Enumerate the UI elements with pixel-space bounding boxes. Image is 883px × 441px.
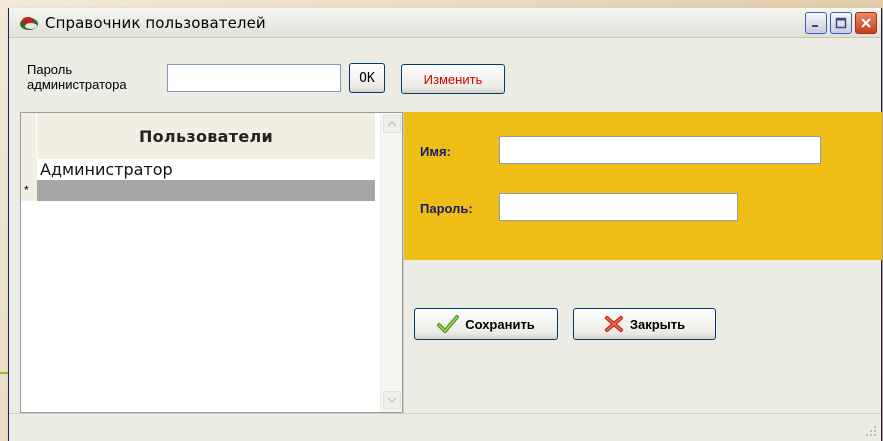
- close-window-button[interactable]: [855, 12, 877, 34]
- name-label: Имя:: [420, 144, 451, 159]
- app-icon: [20, 16, 38, 30]
- scroll-down-button[interactable]: [383, 391, 401, 409]
- title-bar[interactable]: Справочник пользователей: [9, 8, 881, 38]
- chevron-up-icon: [387, 120, 397, 127]
- red-x-icon: [604, 316, 623, 332]
- close-icon: [861, 18, 871, 28]
- save-button[interactable]: Сохранить: [414, 308, 558, 340]
- chevron-down-icon: [387, 397, 397, 404]
- window-title: Справочник пользователей: [45, 13, 266, 32]
- user-details-panel: Имя: Пароль: Сохранить Закрыть: [403, 112, 882, 413]
- grid-header-row: Пользователи: [21, 113, 375, 159]
- users-directory-window: Справочник пользователей Пароль админист…: [8, 8, 882, 441]
- column-header-users[interactable]: Пользователи: [37, 113, 375, 159]
- admin-password-input[interactable]: [167, 64, 341, 92]
- row-header[interactable]: [21, 159, 37, 180]
- close-button-label: Закрыть: [629, 316, 686, 332]
- resize-grip-icon[interactable]: [865, 425, 877, 437]
- user-name-cell[interactable]: [37, 180, 375, 201]
- minimize-icon: [812, 25, 818, 27]
- maximize-icon: [835, 17, 847, 29]
- save-button-label: Сохранить: [465, 316, 535, 332]
- caption-buttons: [805, 12, 877, 34]
- change-button[interactable]: Изменить: [401, 64, 505, 94]
- name-input[interactable]: [499, 136, 821, 164]
- row-header-corner: [21, 113, 37, 159]
- ok-button[interactable]: OK: [349, 63, 385, 93]
- table-row-new[interactable]: *: [21, 180, 375, 201]
- password-label: Пароль:: [420, 201, 473, 216]
- password-input[interactable]: [499, 193, 738, 221]
- vertical-scrollbar[interactable]: [380, 113, 402, 412]
- row-header[interactable]: *: [21, 180, 37, 201]
- status-bar: [9, 413, 881, 441]
- users-grid[interactable]: Пользователи Администратор *: [20, 112, 403, 413]
- close-button[interactable]: Закрыть: [573, 308, 716, 340]
- checkmark-icon: [437, 315, 460, 333]
- scroll-up-button[interactable]: [383, 115, 401, 133]
- user-form-panel: Имя: Пароль:: [404, 112, 882, 260]
- minimize-button[interactable]: [805, 12, 827, 34]
- user-name-cell[interactable]: Администратор: [37, 159, 375, 180]
- admin-password-label: Пароль администратора: [27, 62, 127, 92]
- admin-toolbar: Пароль администратора OK Изменить: [9, 39, 881, 111]
- maximize-button[interactable]: [830, 12, 852, 34]
- table-row[interactable]: Администратор: [21, 159, 375, 180]
